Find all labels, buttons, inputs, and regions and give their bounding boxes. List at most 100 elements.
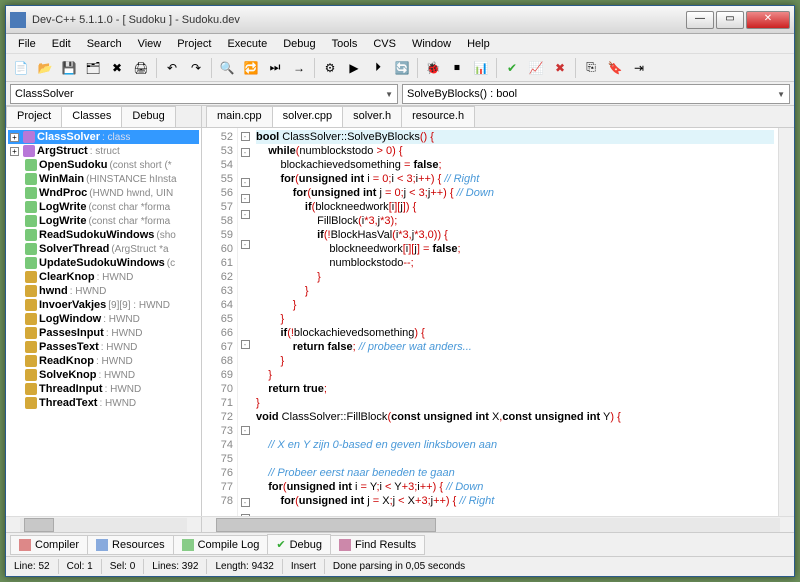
file-tab[interactable]: resource.h	[401, 106, 475, 127]
tree-type: (const short (*	[109, 160, 171, 171]
title-text: Dev-C++ 5.1.1.0 - [ Sudoku ] - Sudoku.de…	[32, 14, 686, 26]
rebuild-icon[interactable]: 🔄	[391, 57, 413, 79]
compile-icon[interactable]: ⚙	[319, 57, 341, 79]
compilerun-icon[interactable]: ⏵	[367, 57, 389, 79]
tree-item[interactable]: PassesInput: HWND	[8, 326, 199, 340]
tree-item[interactable]: +ArgStruct: struct	[8, 144, 199, 158]
tree-label: WndProc	[39, 187, 87, 199]
titlebar[interactable]: Dev-C++ 5.1.1.0 - [ Sudoku ] - Sudoku.de…	[6, 6, 794, 34]
goto-icon[interactable]: →	[288, 57, 310, 79]
left-hscroll[interactable]	[6, 517, 202, 532]
line-gutter: 5253545556575859606162636465666768697071…	[202, 128, 238, 516]
bottom-tab-compile-log[interactable]: Compile Log	[173, 535, 269, 555]
tree-type: (HINSTANCE hInsta	[86, 174, 176, 185]
symbol-icon	[25, 187, 37, 199]
symbol-icon	[23, 131, 35, 143]
menu-project[interactable]: Project	[169, 36, 219, 52]
expand-icon[interactable]: +	[10, 133, 19, 142]
check-icon[interactable]: ✔	[501, 57, 523, 79]
status-msg: Done parsing in 0,05 seconds	[325, 559, 794, 574]
tree-item[interactable]: ClearKnop: HWND	[8, 270, 199, 284]
undo-icon[interactable]: ↶	[161, 57, 183, 79]
tree-label: OpenSudoku	[39, 159, 107, 171]
code-editor[interactable]: 5253545556575859606162636465666768697071…	[202, 128, 794, 516]
bottom-tab-compiler[interactable]: Compiler	[10, 535, 88, 555]
symbol-icon	[25, 397, 37, 409]
close-button[interactable]: ✕	[746, 11, 790, 29]
close-file-icon[interactable]: ✖	[106, 57, 128, 79]
symbol-icon	[25, 159, 37, 171]
tree-label: SolveKnop	[39, 369, 96, 381]
profile-icon[interactable]: 📊	[470, 57, 492, 79]
main-area: ProjectClassesDebug +ClassSolver: class+…	[6, 106, 794, 516]
code-area[interactable]: bool ClassSolver::SolveByBlocks() { whil…	[252, 128, 778, 516]
left-tab-debug[interactable]: Debug	[121, 106, 175, 127]
stop-icon[interactable]: ⏹	[446, 57, 468, 79]
tree-item[interactable]: LogWrite(const char *forma	[8, 200, 199, 214]
symbol-icon	[25, 299, 37, 311]
menu-execute[interactable]: Execute	[219, 36, 275, 52]
member-dropdown[interactable]: SolveByBlocks() : bool ▼	[402, 84, 790, 104]
findnext-icon[interactable]: ⏭	[264, 57, 286, 79]
tree-item[interactable]: ThreadText: HWND	[8, 396, 199, 410]
tree-item[interactable]: ReadKnop: HWND	[8, 354, 199, 368]
menu-tools[interactable]: Tools	[324, 36, 366, 52]
tree-item[interactable]: +ClassSolver: class	[8, 130, 199, 144]
menu-edit[interactable]: Edit	[44, 36, 79, 52]
chart-icon[interactable]: 📈	[525, 57, 547, 79]
bottom-tab-resources[interactable]: Resources	[87, 535, 174, 555]
tree-item[interactable]: LogWindow: HWND	[8, 312, 199, 326]
tree-type: : HWND	[105, 384, 142, 395]
menu-help[interactable]: Help	[459, 36, 498, 52]
file-tab[interactable]: solver.cpp	[272, 106, 344, 127]
menu-view[interactable]: View	[130, 36, 170, 52]
insert-icon[interactable]: ⎘	[580, 57, 602, 79]
minimize-button[interactable]: —	[686, 11, 714, 29]
print-icon[interactable]: 🖨	[130, 57, 152, 79]
tree-item[interactable]: hwnd: HWND	[8, 284, 199, 298]
tree-item[interactable]: SolverThread(ArgStruct *a	[8, 242, 199, 256]
tree-item[interactable]: InvoerVakjes[9][9] : HWND	[8, 298, 199, 312]
gotoline-icon[interactable]: ⇥	[628, 57, 650, 79]
saveall-icon[interactable]: 🗂	[82, 57, 104, 79]
left-tab-project[interactable]: Project	[6, 106, 62, 127]
tree-item[interactable]: ThreadInput: HWND	[8, 382, 199, 396]
menu-file[interactable]: File	[10, 36, 44, 52]
bottom-tab-debug[interactable]: ✔Debug	[267, 534, 331, 555]
redo-icon[interactable]: ↷	[185, 57, 207, 79]
tree-label: ArgStruct	[37, 145, 88, 157]
class-tree[interactable]: +ClassSolver: class+ArgStruct: structOpe…	[6, 128, 201, 516]
new-icon[interactable]: 📄	[10, 57, 32, 79]
tree-item[interactable]: UpdateSudokuWindows(c	[8, 256, 199, 270]
open-icon[interactable]: 📂	[34, 57, 56, 79]
tree-item[interactable]: WndProc(HWND hwnd, UIN	[8, 186, 199, 200]
tree-item[interactable]: SolveKnop: HWND	[8, 368, 199, 382]
editor-hscroll[interactable]	[202, 517, 794, 532]
debug-icon[interactable]: 🐞	[422, 57, 444, 79]
menu-cvs[interactable]: CVS	[365, 36, 404, 52]
menu-window[interactable]: Window	[404, 36, 459, 52]
file-tab[interactable]: main.cpp	[206, 106, 273, 127]
replace-icon[interactable]: 🔁	[240, 57, 262, 79]
tree-item[interactable]: ReadSudokuWindows(sho	[8, 228, 199, 242]
tree-label: ThreadText	[39, 397, 97, 409]
class-dropdown[interactable]: ClassSolver ▼	[10, 84, 398, 104]
menu-search[interactable]: Search	[79, 36, 130, 52]
bottom-tab-find-results[interactable]: Find Results	[330, 535, 425, 555]
left-tab-classes[interactable]: Classes	[61, 106, 122, 127]
fold-gutter[interactable]: -- --- - - - --	[238, 128, 252, 516]
vertical-scrollbar[interactable]	[778, 128, 794, 516]
expand-icon[interactable]: +	[10, 147, 19, 156]
delete-icon[interactable]: ✖	[549, 57, 571, 79]
find-icon[interactable]: 🔍	[216, 57, 238, 79]
tree-item[interactable]: OpenSudoku(const short (*	[8, 158, 199, 172]
run-icon[interactable]: ▶	[343, 57, 365, 79]
tree-item[interactable]: PassesText: HWND	[8, 340, 199, 354]
maximize-button[interactable]: ▭	[716, 11, 744, 29]
file-tab[interactable]: solver.h	[342, 106, 402, 127]
save-icon[interactable]: 💾	[58, 57, 80, 79]
tree-item[interactable]: LogWrite(const char *forma	[8, 214, 199, 228]
bookmark-icon[interactable]: 🔖	[604, 57, 626, 79]
tree-item[interactable]: WinMain(HINSTANCE hInsta	[8, 172, 199, 186]
menu-debug[interactable]: Debug	[275, 36, 323, 52]
